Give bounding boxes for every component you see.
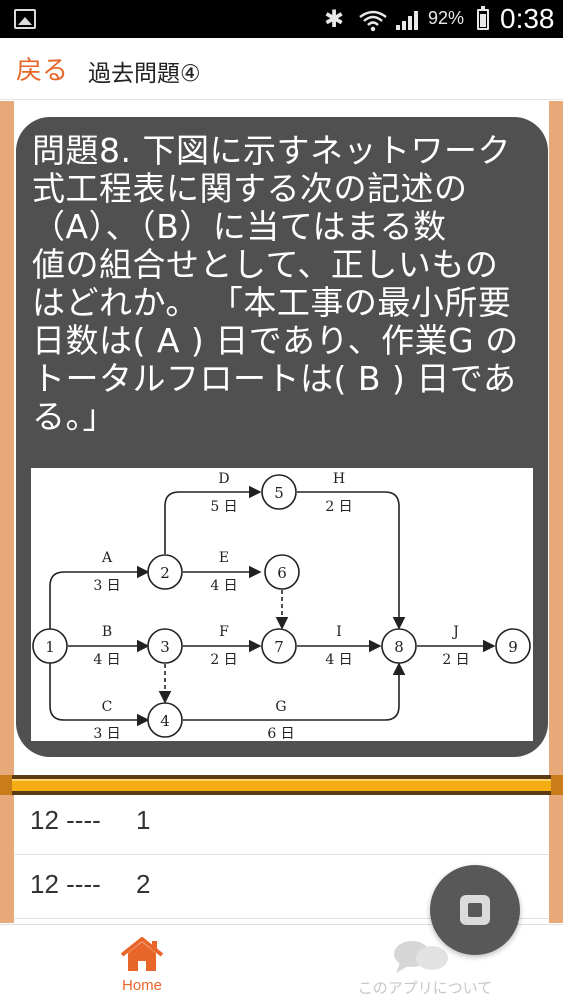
activity-name: G [275, 699, 286, 715]
divider-cap-right [551, 775, 563, 795]
activity-duration: 3 日 [93, 578, 120, 594]
node-label: 8 [394, 638, 404, 656]
node-label: 6 [277, 564, 287, 582]
bluetooth-icon: ✱ [324, 5, 345, 33]
clock: 0:38 [500, 3, 555, 34]
wifi-icon [359, 10, 387, 32]
answer-b-value: 2 [136, 869, 151, 899]
frame-rail-right [549, 101, 563, 923]
activity-name: H [333, 471, 345, 487]
activity-duration: 5 日 [210, 499, 237, 515]
activity-name: C [102, 699, 113, 715]
back-button[interactable]: 戻る [16, 50, 68, 87]
activity-duration: 3 日 [93, 726, 120, 741]
activity-duration: 2 日 [210, 652, 237, 668]
floating-stop-button[interactable] [430, 865, 520, 955]
stop-icon [460, 895, 490, 925]
node-label: 2 [160, 564, 170, 582]
node-label: 3 [160, 638, 170, 656]
question-line: トータルフロートは( B ) 日であ [32, 359, 517, 398]
node-label: 4 [160, 712, 170, 730]
question-line: （A）、（B）に当てはまる数 [32, 207, 447, 246]
question-line: る。」 [32, 397, 116, 436]
node-label: 7 [274, 638, 284, 656]
frame-rail-left [0, 101, 14, 923]
activity-name: B [102, 624, 112, 640]
activity-name: I [336, 624, 342, 640]
activity-duration: 6 日 [267, 726, 294, 741]
home-icon [120, 937, 164, 971]
answer-a-value: 12 ---- [30, 869, 101, 899]
answer-b-value: 1 [136, 805, 151, 835]
activity-duration: 4 日 [325, 652, 352, 668]
activity-name: F [219, 624, 229, 640]
activity-duration: 2 日 [442, 652, 469, 668]
question-line: 日数は( A ) 日であり、作業G の [32, 321, 519, 360]
question-line: 式工程表に関する次の記述の [32, 169, 468, 208]
activity-name: D [218, 471, 229, 487]
question-text: 問題8. 下図に示すネットワーク 式工程表に関する次の記述の （A）、（B）に当… [32, 132, 532, 436]
network-diagram-svg: 1 2 3 4 5 6 7 8 9 A 3 日 B 4 日 C 3 日 D 5 … [32, 471, 531, 741]
activity-duration: 4 日 [210, 578, 237, 594]
divider-cap-left [0, 775, 12, 795]
node-label: 9 [508, 638, 518, 656]
signal-icon [396, 11, 418, 30]
app-header: 戻る 過去問題④ [0, 38, 563, 100]
activity-duration: 4 日 [93, 652, 120, 668]
question-line: 問題8. 下図に示すネットワーク [32, 131, 511, 170]
nav-about-label: このアプリについて [357, 979, 493, 997]
activity-duration: 2 日 [325, 499, 352, 515]
gallery-notification-icon [14, 9, 36, 29]
divider-bar [12, 779, 551, 791]
section-divider [0, 775, 563, 795]
nav-home[interactable]: Home [92, 925, 192, 1000]
nav-home-label: Home [121, 977, 162, 994]
answer-option-1[interactable]: 12 ---- 1 [14, 795, 549, 855]
activity-name: J [451, 624, 459, 640]
page-title: 過去問題④ [88, 61, 201, 87]
question-line: 値の組合せとして、正しいもの [32, 245, 499, 284]
node-label: 1 [45, 638, 55, 656]
battery-icon [477, 6, 489, 30]
edge-g [183, 662, 406, 721]
node-label: 5 [274, 484, 284, 502]
status-bar: ✱ 92% 0:38 [0, 0, 563, 38]
battery-percent: 92% [428, 8, 465, 28]
activity-name: E [219, 550, 229, 566]
activity-name: A [101, 550, 113, 566]
network-diagram: 1 2 3 4 5 6 7 8 9 A 3 日 B 4 日 C 3 日 D 5 … [31, 468, 533, 741]
chat-bubble-icon [394, 941, 448, 973]
question-line: はどれか。 「本工事の最小所要 [32, 283, 512, 322]
answer-a-value: 12 ---- [30, 805, 101, 835]
